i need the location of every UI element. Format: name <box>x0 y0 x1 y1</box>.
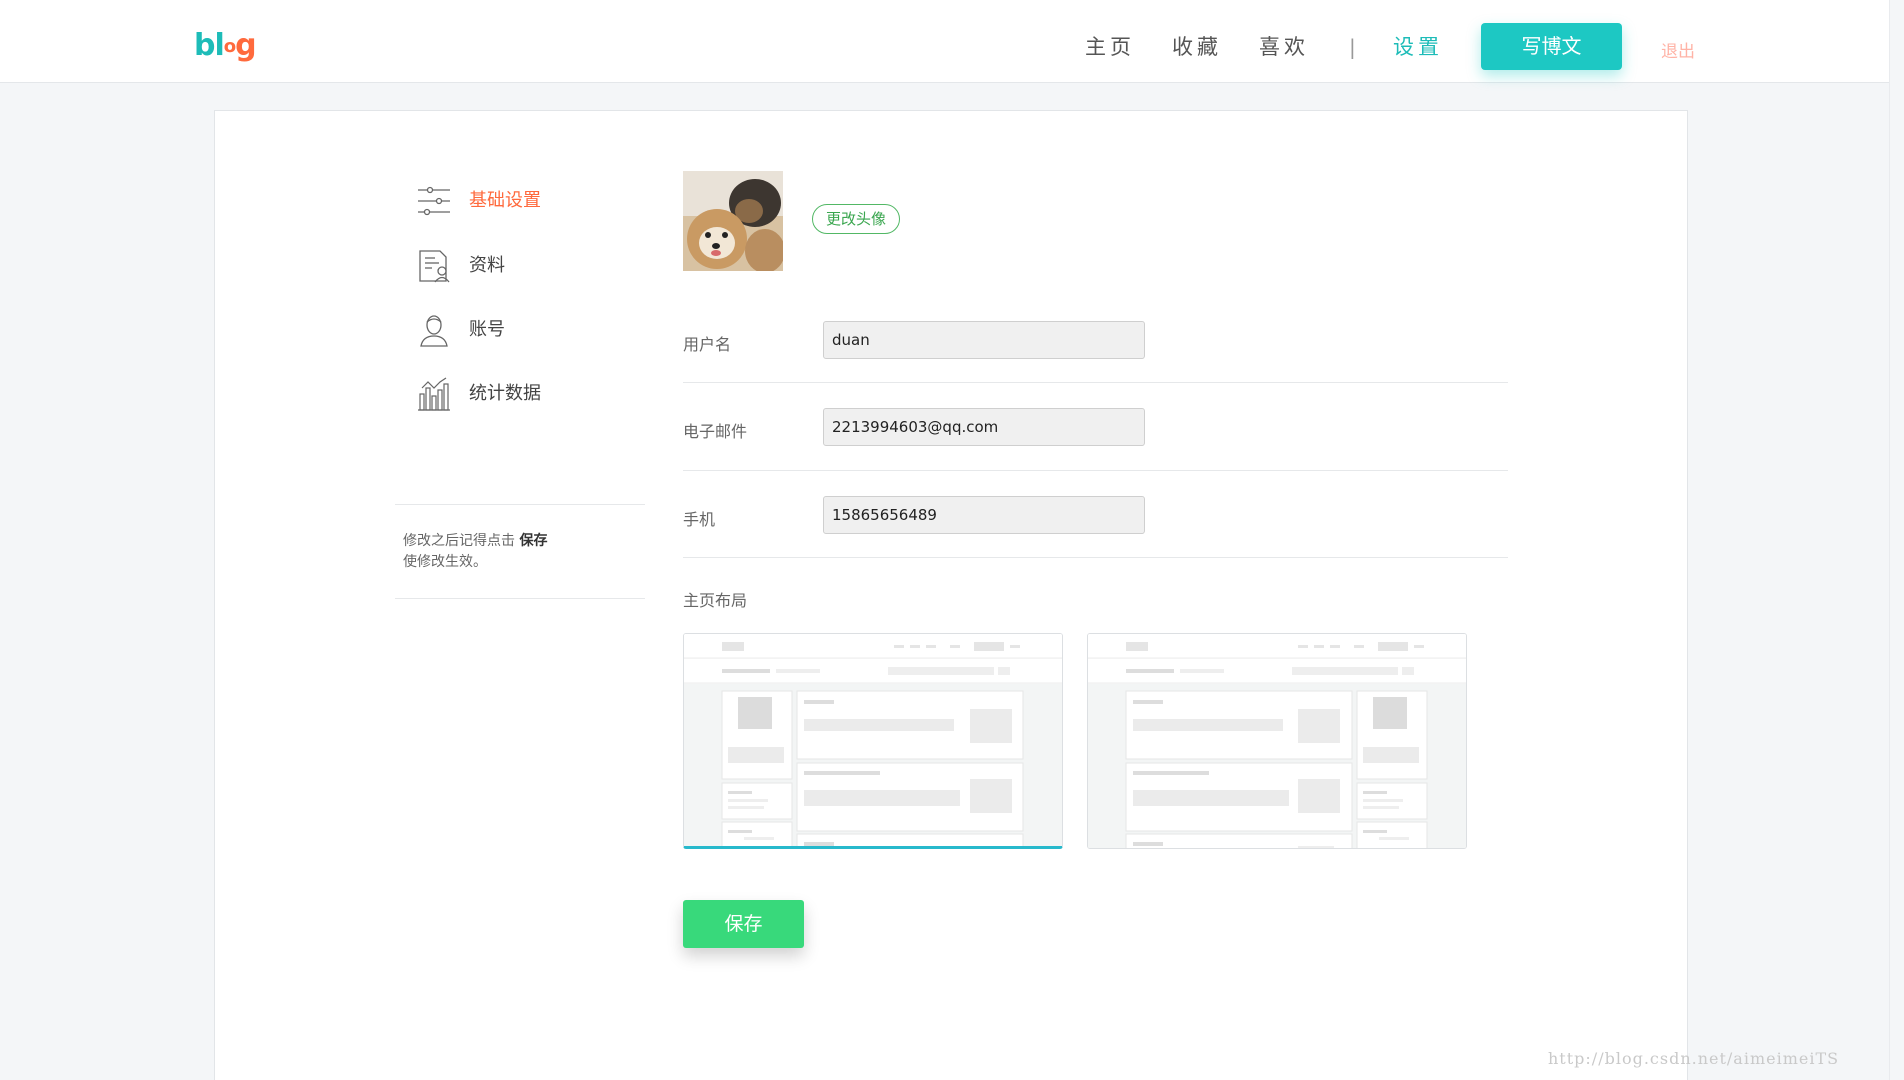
phone-field[interactable] <box>823 496 1145 534</box>
username-field[interactable] <box>823 321 1145 359</box>
divider <box>683 382 1508 383</box>
phone-label: 手机 <box>683 510 716 529</box>
watermark: http://blog.csdn.net/aimeimeiTS <box>1548 1049 1840 1068</box>
username-label: 用户名 <box>683 335 732 354</box>
sidebar-item-label: 统计数据 <box>469 383 541 404</box>
sidebar-item-label: 账号 <box>469 319 505 340</box>
nav-home[interactable]: 主页 <box>1085 0 1135 83</box>
nav-settings[interactable]: 设置 <box>1393 0 1443 83</box>
write-post-button[interactable]: 写博文 <box>1481 23 1622 70</box>
nav-likes[interactable]: 喜欢 <box>1259 0 1309 83</box>
divider <box>395 504 645 505</box>
save-button[interactable]: 保存 <box>683 900 804 948</box>
email-field[interactable] <box>823 408 1145 446</box>
sliders-icon <box>418 186 450 216</box>
sidebar-item-label: 资料 <box>469 255 505 276</box>
scrollbar[interactable] <box>1889 0 1904 1080</box>
blog-logo[interactable]: blog <box>194 26 257 66</box>
chart-icon <box>418 377 450 411</box>
divider <box>683 470 1508 471</box>
layout-preview-right <box>1088 634 1466 848</box>
nav-favorites[interactable]: 收藏 <box>1172 0 1222 83</box>
user-icon <box>420 315 448 347</box>
change-avatar-button[interactable]: 更改头像 <box>812 204 900 234</box>
email-label: 电子邮件 <box>683 422 748 441</box>
divider <box>395 598 645 599</box>
save-tip: 修改之后记得点击 保存 使修改生效。 <box>403 533 548 570</box>
layout-preview-left <box>684 634 1062 846</box>
layout-option-sidebar-right[interactable] <box>1087 633 1467 849</box>
profile-doc-icon <box>419 250 450 283</box>
logout-link[interactable]: 退出 <box>1661 37 1695 62</box>
avatar <box>683 171 783 271</box>
sidebar-item-label: 基础设置 <box>469 190 541 211</box>
divider <box>683 557 1508 558</box>
dog-photo <box>683 171 783 271</box>
layout-option-sidebar-left[interactable] <box>683 633 1063 849</box>
top-header: blog 主页 收藏 喜欢 | 设置 写博文 退出 <box>0 0 1904 83</box>
nav-separator: | <box>1349 35 1360 59</box>
layout-label: 主页布局 <box>683 591 748 610</box>
